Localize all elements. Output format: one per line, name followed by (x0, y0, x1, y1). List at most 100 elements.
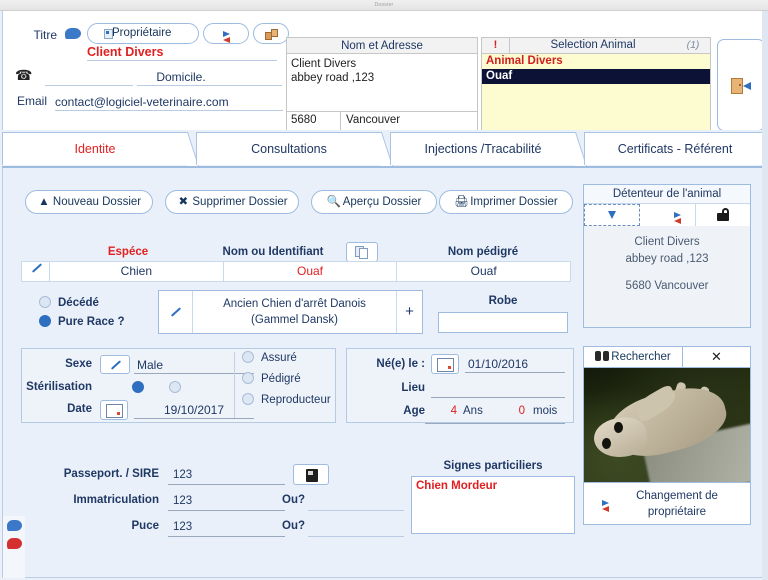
address-city[interactable]: Vancouver (341, 112, 405, 131)
tab-injections-tracabilite[interactable]: Injections /Tracabilité (390, 132, 587, 166)
sterilisation-date-label: Date (67, 403, 92, 415)
blue-speech-bubble-icon[interactable] (7, 520, 22, 533)
phone-icon: ☎ (15, 67, 33, 83)
radio-pedigre[interactable]: Pédigré (234, 369, 336, 390)
supprimer-dossier-button[interactable]: ✖ Supprimer Dossier (165, 190, 299, 214)
photo-toolbar: Rechercher ✕ (583, 346, 751, 368)
card-icon (104, 29, 113, 39)
nouveau-dossier-button[interactable]: ▲ Nouveau Dossier (25, 190, 153, 214)
status-radio-group: Décédé Pure Race ? (39, 294, 149, 332)
espece-value[interactable]: Chien (50, 262, 224, 281)
titre-label: Titre (33, 28, 57, 42)
imprimer-dossier-button[interactable]: 🖨Imprimer Dossier (439, 190, 573, 214)
animal-selection-list[interactable]: Animal Divers Ouaf (481, 54, 711, 131)
address-body[interactable]: Client Divers abbey road ,123 (286, 54, 478, 112)
tab-certificats-referent[interactable]: Certificats - Référent (584, 132, 768, 166)
detenteur-transfer-button[interactable] (640, 204, 696, 226)
client-transfer-button[interactable] (203, 23, 249, 44)
age-months-unit: mois (533, 405, 558, 417)
nom-identifiant-value[interactable]: Ouaf (224, 262, 398, 281)
breed-value[interactable]: Ancien Chien d'arrêt Danois (Gammel Dans… (193, 291, 396, 333)
species-row: Chien Ouaf Ouaf (21, 261, 571, 282)
proprietaire-button-label: Propriétaire (112, 27, 172, 39)
detenteur-lock-button[interactable] (695, 204, 750, 226)
list-item[interactable]: Animal Divers (482, 54, 710, 69)
list-item[interactable]: Ouaf (482, 69, 710, 84)
robe-label: Robe (488, 295, 518, 307)
robe-input[interactable] (438, 312, 568, 333)
immatriculation-input[interactable]: 123 (168, 491, 285, 511)
puce-label: Puce (131, 520, 160, 532)
puce-ou-input[interactable] (308, 517, 404, 537)
radio-pure-race[interactable]: Pure Race ? (39, 313, 149, 332)
puce-input[interactable]: 123 (168, 517, 285, 537)
copy-name-button[interactable] (346, 242, 378, 262)
birth-panel: Né(e) le : 01/10/2016 Lieu Age 4 Ans 0 m… (346, 348, 574, 424)
radio-reproducteur[interactable]: Reproducteur (234, 390, 336, 411)
apercu-dossier-button[interactable]: 🔍 Aperçu Dossier (311, 190, 437, 214)
binoculars-icon (595, 351, 610, 361)
pencil-icon (170, 307, 182, 317)
new-file-icon: ▲ (38, 196, 50, 208)
radio-decede-dot (39, 296, 51, 308)
address-zip[interactable]: 5680 (287, 112, 341, 131)
printer-icon: 🖨 (454, 196, 469, 208)
sexe-edit-button[interactable] (100, 355, 130, 374)
stock-boxes-button[interactable] (253, 23, 289, 44)
breed-edit-button[interactable] (159, 291, 193, 333)
birthdate-value[interactable]: 01/10/2016 (465, 355, 565, 373)
sterilisation-yes-radio[interactable] (132, 381, 144, 393)
sterilisation-no-radio[interactable] (169, 381, 182, 393)
changement-proprietaire-button[interactable]: Changement de propriétaire (583, 483, 751, 525)
radio-decede[interactable]: Décédé (39, 294, 149, 313)
person-icon (94, 28, 103, 41)
passeport-sire-input[interactable]: 123 (168, 465, 285, 485)
tab-identite[interactable]: Identite (2, 132, 199, 166)
detenteur-assign-button[interactable] (584, 204, 641, 226)
radio-pure-race-dot (39, 315, 51, 327)
pie-chart-icon[interactable] (7, 556, 22, 571)
tab-consultations[interactable]: Consultations (196, 132, 393, 166)
espece-edit-button[interactable] (22, 262, 50, 281)
id-card-icon (306, 469, 318, 482)
down-arrow-icon (608, 211, 617, 219)
id-card-button[interactable] (293, 464, 329, 485)
radio-reproducteur-dot (242, 393, 254, 405)
sterilisation-date-picker-button[interactable] (100, 400, 128, 420)
animal-photo[interactable] (583, 368, 751, 483)
red-speech-bubble-icon[interactable] (7, 538, 22, 551)
immatriculation-ou-input[interactable] (308, 491, 404, 511)
nom-pedigre-value[interactable]: Ouaf (397, 262, 570, 281)
detenteur-buttons (584, 204, 750, 226)
puce-ou-label: Ou? (282, 520, 305, 532)
identite-panel: ▲ Nouveau Dossier ✖ Supprimer Dossier 🔍 Ape… (2, 168, 766, 578)
signes-particuliers-textarea[interactable]: Chien Mordeur (411, 476, 575, 534)
client-header: Titre Propriétaire Client Divers ☎ Domic… (2, 11, 766, 132)
client-name: Client Divers (87, 43, 277, 61)
domicile-field[interactable]: Domicile. (137, 68, 282, 86)
address-panel-header: Nom et Adresse (286, 37, 478, 54)
preview-magnifier-icon: 🔍 (326, 196, 342, 208)
email-field[interactable]: contact@logiciel-veterinaire.com (55, 93, 283, 111)
sexe-label: Sexe (65, 358, 92, 370)
email-label: Email (17, 94, 48, 108)
boxes-icon (265, 28, 279, 41)
warning-icon[interactable]: ! (482, 38, 510, 53)
animal-selection-title: Selection Animal (550, 39, 636, 51)
age-months-value: 0 (518, 405, 525, 417)
photo-panel: Rechercher ✕ Changement de propriétaire (583, 346, 751, 528)
client-info-block: Titre Propriétaire Client Divers ☎ Domic… (7, 15, 289, 127)
lieu-value[interactable] (431, 380, 565, 398)
radio-assure[interactable]: Assuré (234, 348, 336, 369)
proprietaire-button[interactable]: Propriétaire (87, 23, 199, 44)
age-label: Age (403, 405, 425, 417)
birthdate-picker-button[interactable] (431, 354, 459, 374)
animal-selection-panel: ! Selection Animal (1) Animal Divers Oua… (481, 37, 711, 132)
speech-bubble-icon[interactable] (65, 28, 81, 40)
photo-close-button[interactable]: ✕ (683, 346, 751, 368)
exit-button[interactable] (717, 39, 765, 131)
phone-field[interactable] (45, 68, 133, 86)
application-window: Dossier Titre Propriétaire Client Divers… (0, 0, 768, 580)
breed-add-button[interactable]: + (396, 291, 422, 333)
rechercher-button[interactable]: Rechercher (583, 346, 683, 368)
